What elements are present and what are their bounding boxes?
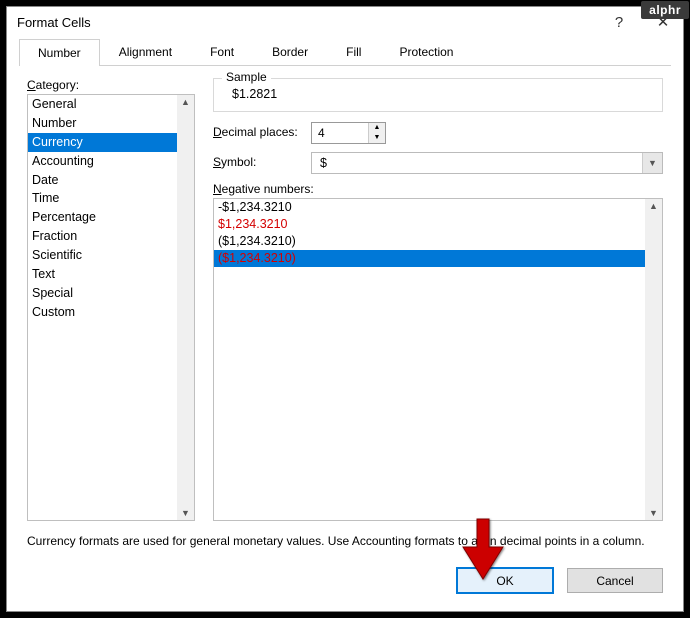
category-scrollbar[interactable]: ▲ ▼ [177, 95, 194, 520]
scroll-down-icon: ▼ [649, 508, 658, 518]
category-item-scientific[interactable]: Scientific [28, 246, 177, 265]
category-item-text[interactable]: Text [28, 265, 177, 284]
symbol-value: $ [312, 156, 642, 170]
hint-text: Currency formats are used for general mo… [7, 521, 683, 550]
ok-button[interactable]: OK [457, 568, 553, 593]
category-item-currency[interactable]: Currency [28, 133, 177, 152]
category-item-fraction[interactable]: Fraction [28, 227, 177, 246]
scroll-up-icon: ▲ [181, 97, 190, 107]
tab-border[interactable]: Border [253, 38, 327, 65]
category-listbox[interactable]: General Number Currency Accounting Date … [27, 94, 195, 521]
dropdown-icon[interactable]: ▼ [642, 153, 662, 173]
titlebar: Format Cells ? ✕ [7, 7, 683, 38]
help-button[interactable]: ? [609, 15, 629, 30]
format-cells-dialog: alphr Format Cells ? ✕ Number Alignment … [6, 6, 684, 612]
negative-listbox[interactable]: -$1,234.3210 $1,234.3210 ($1,234.3210) (… [213, 198, 663, 521]
negative-scrollbar[interactable]: ▲ ▼ [645, 199, 662, 520]
category-item-percentage[interactable]: Percentage [28, 208, 177, 227]
spinner-up-icon[interactable]: ▲ [369, 123, 385, 133]
decimal-spinner[interactable]: ▲ ▼ [311, 122, 386, 144]
watermark-badge: alphr [641, 1, 689, 19]
sample-group: Sample $1.2821 [213, 78, 663, 112]
category-item-time[interactable]: Time [28, 189, 177, 208]
category-item-number[interactable]: Number [28, 114, 177, 133]
scroll-up-icon: ▲ [649, 201, 658, 211]
scroll-down-icon: ▼ [181, 508, 190, 518]
cancel-button[interactable]: Cancel [567, 568, 663, 593]
tab-font[interactable]: Font [191, 38, 253, 65]
category-label: Category: [27, 78, 195, 92]
category-item-accounting[interactable]: Accounting [28, 152, 177, 171]
category-item-date[interactable]: Date [28, 171, 177, 190]
sample-value: $1.2821 [226, 87, 650, 101]
tab-protection[interactable]: Protection [380, 38, 472, 65]
tab-fill[interactable]: Fill [327, 38, 380, 65]
category-item-special[interactable]: Special [28, 284, 177, 303]
negative-label: Negative numbers: [213, 182, 663, 196]
sample-label: Sample [222, 70, 271, 84]
negative-option-3[interactable]: ($1,234.3210) [214, 250, 645, 267]
tab-alignment[interactable]: Alignment [100, 38, 191, 65]
negative-option-1[interactable]: $1,234.3210 [214, 216, 645, 233]
tab-number[interactable]: Number [19, 39, 100, 66]
decimal-input[interactable] [312, 123, 368, 143]
dialog-title: Format Cells [17, 15, 609, 30]
spinner-down-icon[interactable]: ▼ [369, 133, 385, 143]
decimal-label: Decimal places: [213, 125, 311, 139]
category-item-custom[interactable]: Custom [28, 303, 177, 322]
category-item-general[interactable]: General [28, 95, 177, 114]
tab-strip: Number Alignment Font Border Fill Protec… [19, 38, 671, 66]
symbol-select[interactable]: $ ▼ [311, 152, 663, 174]
negative-option-2[interactable]: ($1,234.3210) [214, 233, 645, 250]
symbol-label: Symbol: [213, 155, 311, 169]
negative-option-0[interactable]: -$1,234.3210 [214, 199, 645, 216]
